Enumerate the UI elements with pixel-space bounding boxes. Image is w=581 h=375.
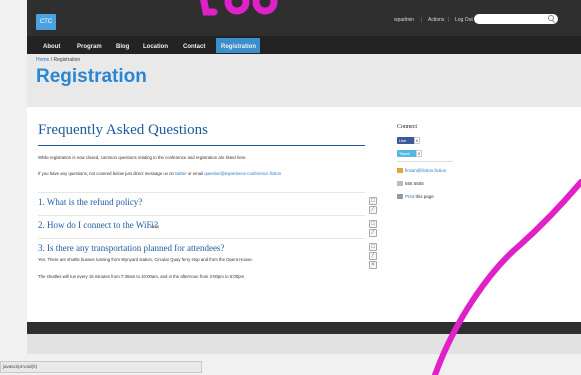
admin-divider: |	[421, 17, 423, 23]
pencil-icon[interactable]: ⁄	[369, 252, 377, 260]
print-link[interactable]: Print	[405, 194, 414, 199]
search-icon[interactable]	[548, 15, 554, 21]
faq-contact-mid: or email	[186, 171, 205, 176]
email-link[interactable]: question@experience-conference.fiction	[204, 171, 281, 176]
mail-icon	[397, 168, 403, 174]
footer-bar	[27, 322, 581, 334]
nav-item-contact[interactable]: Contact	[183, 40, 205, 54]
browser-status-bar: javascript:void(0)	[0, 361, 202, 373]
question-separator	[38, 192, 365, 193]
tweet-button[interactable]: Tweet	[397, 150, 417, 157]
admin-user-link[interactable]: wpadmin	[394, 17, 414, 23]
breadcrumb: Home / Registration	[36, 57, 80, 63]
phone-icon	[397, 181, 403, 187]
admin-actions-link[interactable]: Actions	[428, 17, 444, 23]
question-separator	[38, 215, 365, 216]
faq-answer-transport-schedule: The shuttles will run every 15 minutes f…	[38, 274, 245, 279]
nav-item-location[interactable]: Location	[143, 40, 168, 54]
sidebar-print: Print this page	[397, 194, 434, 200]
admin-divider: |	[448, 17, 450, 23]
sidebar-divider	[397, 161, 453, 162]
sidebar-phone: 555 5555	[397, 181, 424, 187]
nav-item-about[interactable]: About	[43, 40, 60, 54]
faq-intro: While registration is now closed, common…	[38, 155, 247, 160]
site-logo[interactable]: CTC	[36, 14, 56, 30]
sidebar-phone-text: 555 5555	[405, 181, 424, 186]
nav-item-program[interactable]: Program	[77, 40, 102, 54]
breadcrumb-home-link[interactable]: Home	[36, 57, 49, 63]
logout-link[interactable]: Log Out	[455, 17, 473, 23]
facebook-like-button[interactable]: Like	[397, 137, 415, 144]
pencil-icon[interactable]: ⁄	[369, 206, 377, 214]
faq-answer-transport: Yes. There are shuttle busses running fr…	[38, 257, 253, 262]
sidebar-email-link[interactable]: fiction@fiction.fiction	[405, 168, 446, 173]
faq-question-wifi[interactable]: 2. How do I connect to the WiFi?	[38, 220, 158, 230]
pencil-icon[interactable]: ⁄	[369, 229, 377, 237]
sidebar-email: fiction@fiction.fiction	[397, 168, 446, 174]
printer-icon	[397, 194, 403, 200]
faq-contact-text: If you have any questions, not covered b…	[38, 171, 281, 176]
like-count: 0	[414, 137, 420, 144]
faq-title-underline	[38, 145, 365, 146]
page-title: Registration	[36, 66, 147, 87]
close-icon[interactable]: ×	[369, 261, 377, 269]
search-input[interactable]	[474, 14, 558, 24]
question-separator	[38, 238, 365, 239]
faq-question-refund[interactable]: 1. What is the refund policy?	[38, 197, 142, 207]
comment-icon[interactable]: □	[369, 220, 377, 228]
breadcrumb-current: / Registration	[50, 57, 81, 63]
nav-item-registration[interactable]: Registration	[221, 40, 256, 54]
print-rest-text: this page	[414, 194, 434, 199]
main-nav	[27, 36, 581, 54]
nav-item-blog[interactable]: Blog	[116, 40, 129, 54]
tweet-count: 0	[416, 150, 422, 157]
comment-icon[interactable]: □	[369, 243, 377, 251]
twitter-link[interactable]: twitter	[175, 171, 186, 176]
faq-contact-prefix: If you have any questions, not covered b…	[38, 171, 176, 176]
view-link[interactable]: view	[150, 224, 159, 229]
footer-area	[27, 334, 581, 354]
sidebar-title: Connect	[397, 124, 417, 130]
faq-question-transport[interactable]: 3. Is there any transportation planned f…	[38, 243, 224, 253]
comment-icon[interactable]: □	[369, 197, 377, 205]
faq-title: Frequently Asked Questions	[38, 122, 208, 138]
